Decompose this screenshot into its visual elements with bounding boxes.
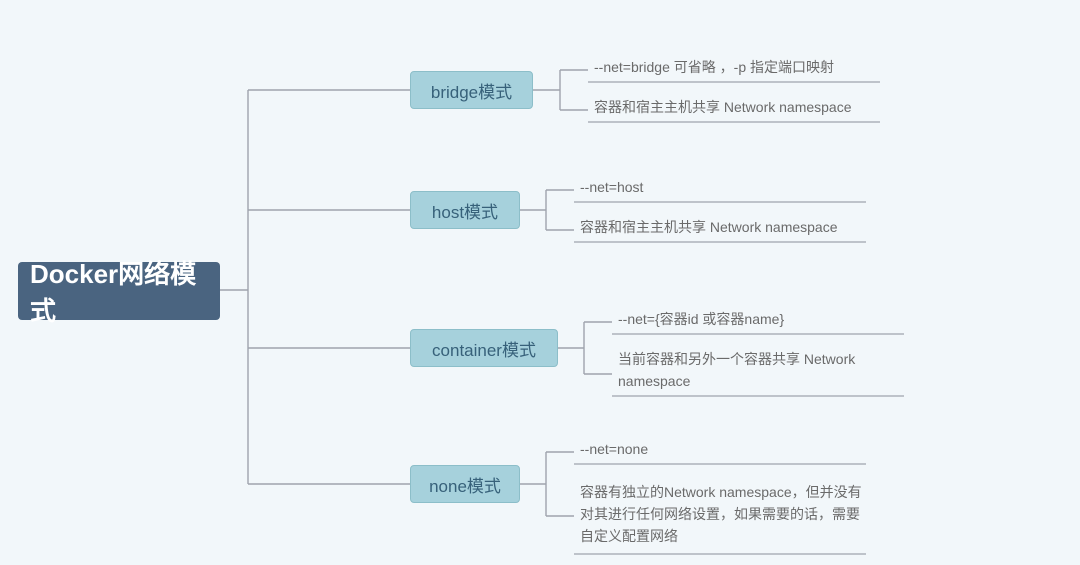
branch-bridge: bridge模式 <box>410 71 533 109</box>
leaf-none-1: 容器有独立的Network namespace，但并没有对其进行任何网络设置，如… <box>576 478 876 552</box>
leaf-container-1: 当前容器和另外一个容器共享 Network namespace <box>614 348 914 394</box>
leaf-text: --net={容器id 或容器name} <box>618 309 784 331</box>
leaf-text: 容器有独立的Network namespace，但并没有对其进行任何网络设置，如… <box>580 482 872 547</box>
leaf-none-0: --net=none <box>576 438 876 462</box>
root-label: Docker网络模式 <box>30 254 208 328</box>
leaf-text: 容器和宿主主机共享 Network namespace <box>594 97 852 119</box>
leaf-host-0: --net=host <box>576 176 876 200</box>
leaf-container-0: --net={容器id 或容器name} <box>614 308 914 332</box>
leaf-bridge-1: 容器和宿主主机共享 Network namespace <box>590 96 890 120</box>
leaf-text: --net=bridge 可省略 ，-p 指定端口映射 <box>594 57 834 79</box>
leaf-bridge-0: --net=bridge 可省略 ，-p 指定端口映射 <box>590 56 890 80</box>
leaf-text: 容器和宿主主机共享 Network namespace <box>580 217 838 239</box>
root-node: Docker网络模式 <box>18 262 220 320</box>
branch-label: bridge模式 <box>431 78 512 103</box>
leaf-text: --net=host <box>580 177 643 199</box>
branch-container: container模式 <box>410 329 558 367</box>
branch-none: none模式 <box>410 465 520 503</box>
leaf-text: --net=none <box>580 439 648 461</box>
leaf-text: 当前容器和另外一个容器共享 Network namespace <box>618 349 910 392</box>
branch-host: host模式 <box>410 191 520 229</box>
branch-label: none模式 <box>429 472 501 497</box>
leaf-host-1: 容器和宿主主机共享 Network namespace <box>576 216 876 240</box>
branch-label: container模式 <box>432 336 536 361</box>
branch-label: host模式 <box>432 198 498 223</box>
